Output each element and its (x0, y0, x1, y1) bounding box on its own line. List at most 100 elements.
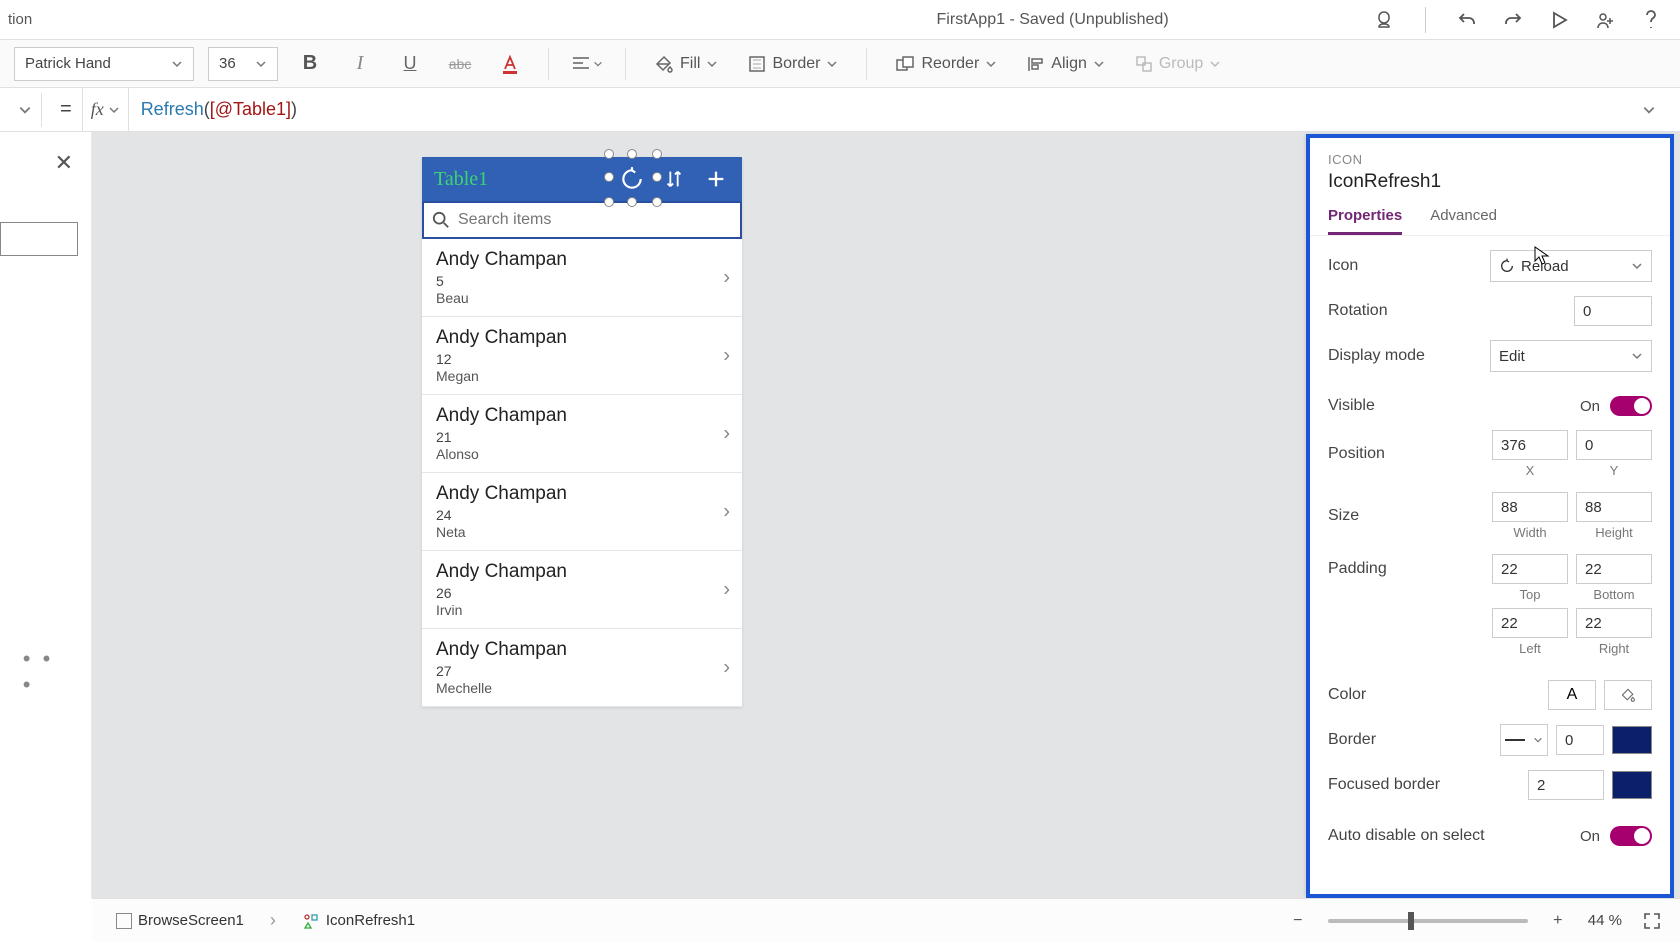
breadcrumb-sep: › (270, 910, 276, 931)
prop-border-label: Border (1328, 731, 1500, 749)
help-icon[interactable] (1640, 9, 1662, 31)
share-icon[interactable] (1594, 9, 1616, 31)
group-button[interactable]: Group (1127, 55, 1229, 73)
zoom-value: 44 (1588, 912, 1605, 929)
border-label: Border (772, 55, 820, 73)
prop-autodisable-label: Auto disable on select (1328, 827, 1580, 845)
underline-button[interactable]: U (392, 46, 428, 82)
focusedborder-width-input[interactable] (1528, 770, 1604, 800)
border-color-swatch[interactable] (1612, 726, 1652, 754)
list-item[interactable]: Andy Champan24Neta› (422, 473, 742, 551)
list-item[interactable]: Andy Champan27Mechelle› (422, 629, 742, 707)
titlebar: tion FirstApp1 - Saved (Unpublished) (0, 0, 1680, 40)
tab-advanced[interactable]: Advanced (1430, 207, 1497, 235)
icon-select[interactable]: Reload (1490, 250, 1652, 282)
pad-bottom-input[interactable] (1576, 554, 1652, 584)
prop-padding-label: Padding (1328, 554, 1492, 578)
displaymode-select[interactable]: Edit (1490, 340, 1652, 372)
search-box[interactable] (422, 201, 742, 239)
font-name: Patrick Hand (25, 55, 111, 72)
chevron-right-icon[interactable]: › (723, 500, 730, 523)
align-label: Align (1051, 55, 1087, 73)
sort-icon[interactable] (656, 161, 692, 197)
border-width-input[interactable] (1556, 725, 1604, 755)
undo-icon[interactable] (1456, 9, 1478, 31)
text-align-button[interactable] (569, 46, 605, 82)
pad-left-input[interactable] (1492, 608, 1568, 638)
visible-state: On (1580, 398, 1600, 415)
zoom-slider[interactable] (1328, 919, 1528, 923)
prop-rotation-label: Rotation (1328, 302, 1574, 320)
screen-icon (116, 913, 132, 929)
chevron-right-icon[interactable]: › (723, 344, 730, 367)
refresh-icon[interactable] (614, 161, 650, 197)
list-item[interactable]: Andy Champan5Beau› (422, 239, 742, 317)
gallery-list: Andy Champan5Beau› Andy Champan12Megan› … (422, 239, 742, 707)
pos-x-input[interactable] (1492, 430, 1568, 460)
list-item[interactable]: Andy Champan12Megan› (422, 317, 742, 395)
reorder-button[interactable]: Reorder (887, 55, 1005, 73)
chevron-right-icon[interactable]: › (723, 422, 730, 445)
left-panel: ✕ • • • (0, 132, 92, 898)
bold-button[interactable]: B (292, 46, 328, 82)
add-icon[interactable] (698, 161, 734, 197)
prop-focusedborder-label: Focused border (1328, 776, 1528, 794)
fill-button[interactable]: Fill (646, 54, 726, 74)
control-type-label: ICON (1328, 152, 1652, 167)
font-color-button[interactable] (492, 46, 528, 82)
property-dropdown[interactable] (8, 93, 42, 127)
pad-right-input[interactable] (1576, 608, 1652, 638)
tab-properties[interactable]: Properties (1328, 207, 1402, 235)
font-select[interactable]: Patrick Hand (14, 47, 194, 81)
redo-icon[interactable] (1502, 9, 1524, 31)
canvas[interactable]: Table1 Andy Champan5Beau› Andy Champa (92, 132, 1680, 898)
align-button[interactable]: Align (1019, 55, 1113, 73)
formula-function: Refresh (141, 99, 204, 119)
formula-input[interactable]: Refresh([@Table1]) (129, 99, 1642, 120)
height-input[interactable] (1576, 492, 1652, 522)
chevron-right-icon[interactable]: › (723, 266, 730, 289)
zoom-out-icon[interactable]: − (1284, 907, 1312, 935)
prop-color-label: Color (1328, 686, 1548, 704)
more-icon[interactable]: • • • (23, 646, 69, 698)
phone-title: Table1 (430, 168, 608, 191)
close-icon[interactable]: ✕ (55, 150, 73, 176)
chevron-down-icon (255, 58, 267, 70)
color-fill-button[interactable] (1604, 680, 1652, 710)
prop-displaymode-label: Display mode (1328, 347, 1490, 365)
italic-button[interactable]: I (342, 46, 378, 82)
autodisable-state: On (1580, 828, 1600, 845)
group-label: Group (1159, 55, 1203, 73)
autodisable-toggle[interactable] (1610, 826, 1652, 846)
visible-toggle[interactable] (1610, 396, 1652, 416)
control-name: IconRefresh1 (1328, 171, 1652, 193)
chevron-down-icon (171, 58, 183, 70)
chevron-right-icon[interactable]: › (723, 656, 730, 679)
border-button[interactable]: Border (740, 55, 846, 73)
color-text-button[interactable]: A (1548, 680, 1596, 710)
chevron-right-icon[interactable]: › (723, 578, 730, 601)
strikethrough-button[interactable]: abc (442, 46, 478, 82)
font-size-select[interactable]: 36 (208, 47, 278, 81)
fit-screen-icon[interactable] (1638, 907, 1666, 935)
statusbar: BrowseScreen1 › IconRefresh1 − + 44 % (92, 898, 1680, 942)
phone-preview: Table1 Andy Champan5Beau› Andy Champa (422, 157, 742, 707)
list-item[interactable]: Andy Champan26Irvin› (422, 551, 742, 629)
search-input[interactable] (458, 211, 732, 229)
left-panel-slot[interactable] (0, 222, 78, 256)
fill-label: Fill (680, 55, 700, 73)
fx-button[interactable]: fx (83, 88, 129, 131)
focusedborder-color-swatch[interactable] (1612, 771, 1652, 799)
pos-y-input[interactable] (1576, 430, 1652, 460)
list-item[interactable]: Andy Champan21Alonso› (422, 395, 742, 473)
play-icon[interactable] (1548, 9, 1570, 31)
breadcrumb-control[interactable]: IconRefresh1 (292, 908, 425, 934)
app-checker-icon[interactable] (1373, 9, 1395, 31)
breadcrumb-screen[interactable]: BrowseScreen1 (106, 908, 254, 933)
border-style-select[interactable] (1500, 724, 1548, 756)
pad-top-input[interactable] (1492, 554, 1568, 584)
width-input[interactable] (1492, 492, 1568, 522)
expand-formula-icon[interactable] (1642, 103, 1672, 117)
rotation-input[interactable] (1574, 296, 1652, 326)
zoom-in-icon[interactable]: + (1544, 907, 1572, 935)
